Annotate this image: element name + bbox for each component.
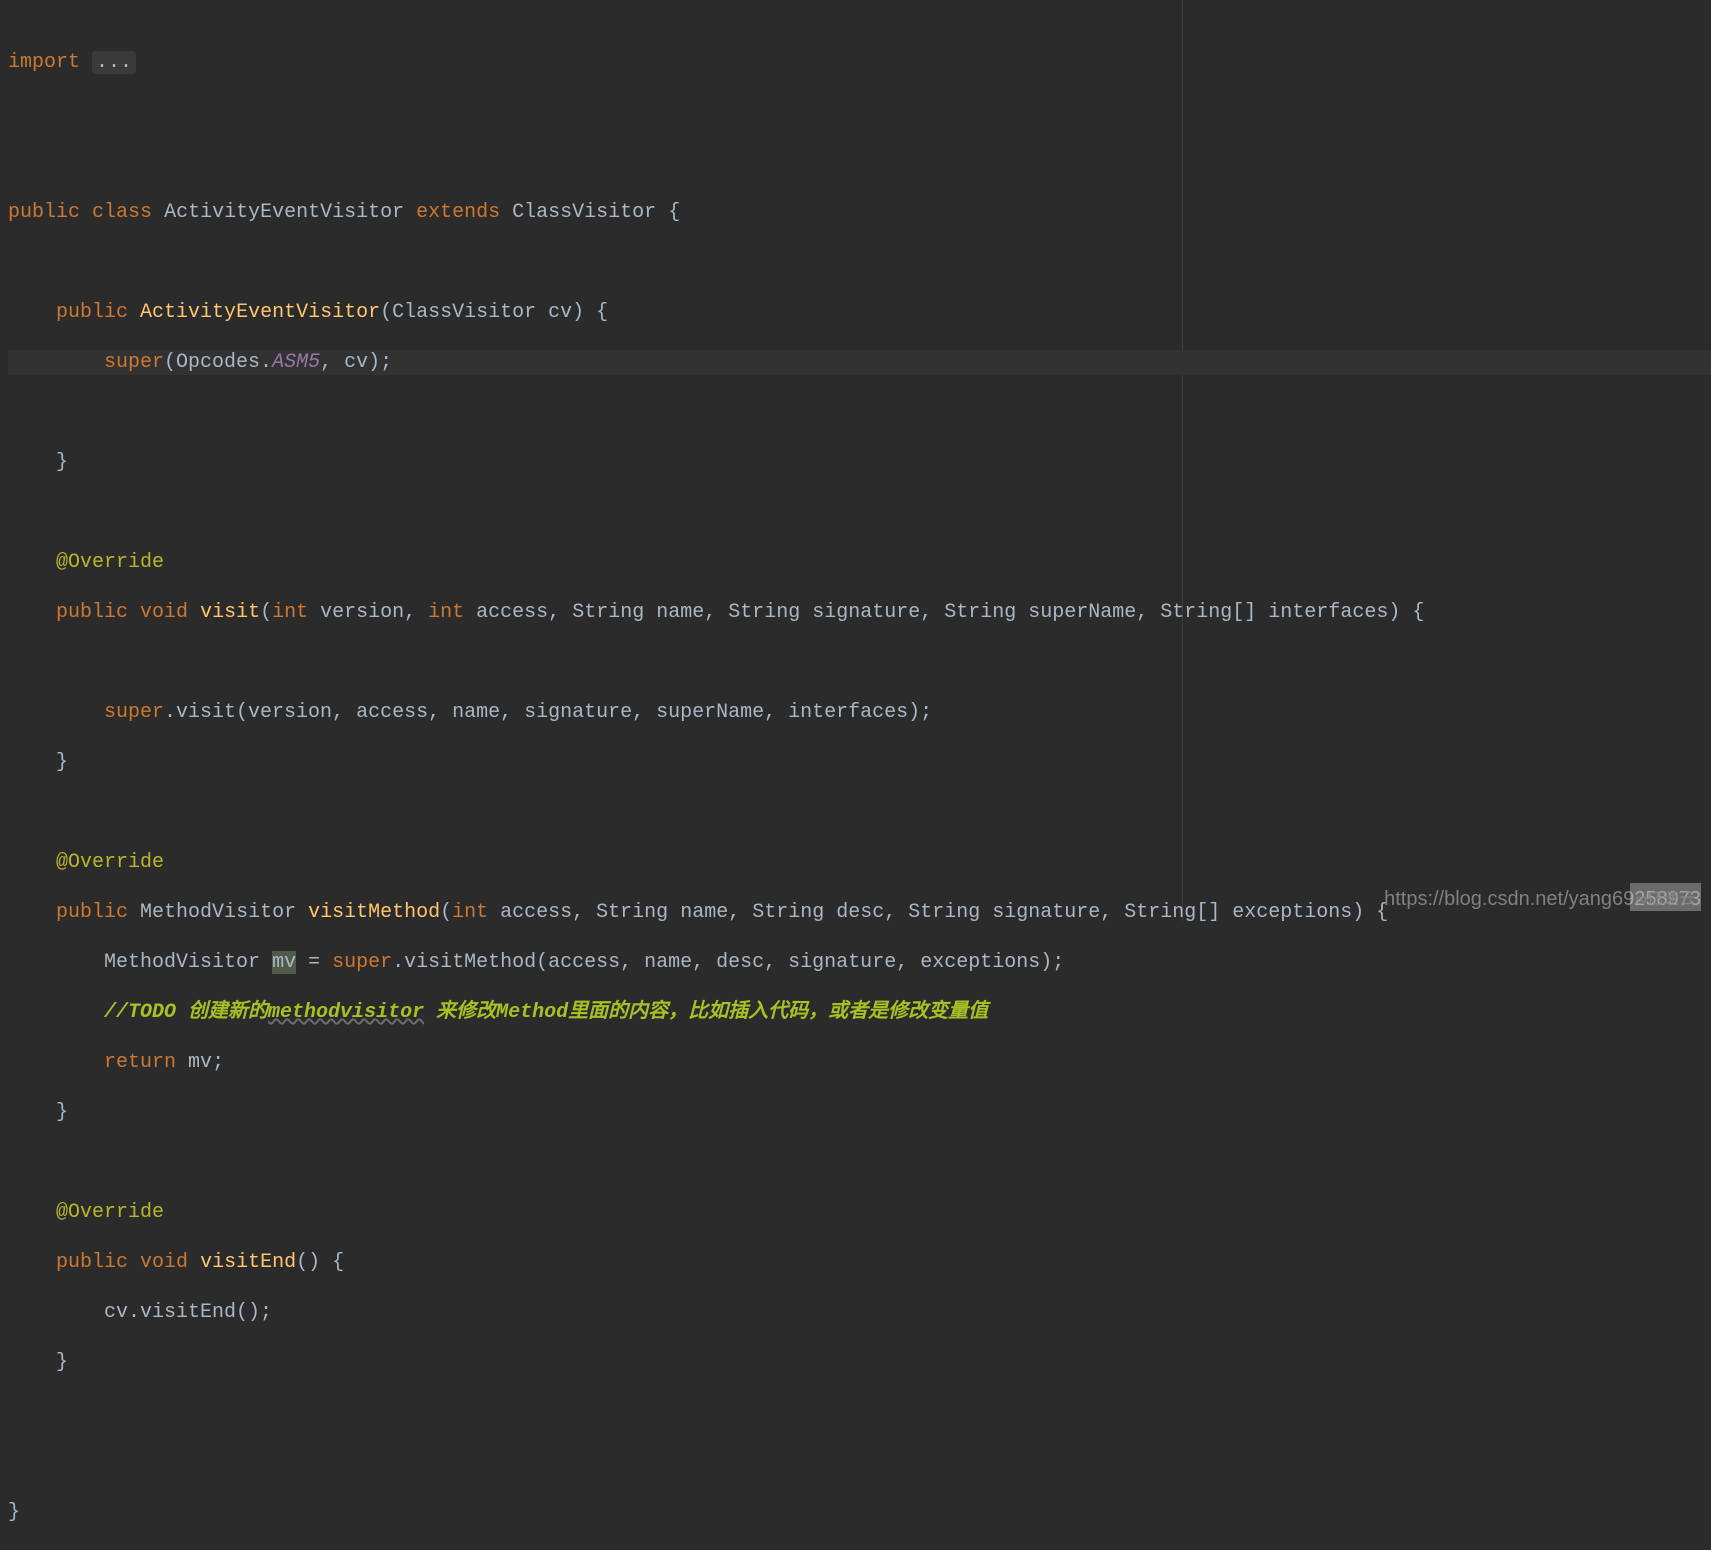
visitend-sig: () { (296, 1251, 344, 1274)
highlighted-line: super(Opcodes.ASM5, cv); (8, 350, 1711, 375)
super-end: , cv); (320, 351, 392, 374)
paren: ( (380, 301, 392, 324)
param-name: cv (548, 301, 572, 324)
paren-close: ) { (572, 301, 608, 324)
visitmethod-call: .visitMethod(access, name, desc, signatu… (392, 951, 1064, 974)
superclass-name: ClassVisitor (512, 201, 656, 224)
mv-variable: mv (272, 951, 296, 974)
close-brace: } (56, 1351, 68, 1374)
super-keyword: super (104, 351, 164, 374)
class-close-brace: } (8, 1501, 20, 1524)
equals: = (296, 951, 332, 974)
import-fold[interactable]: ... (92, 51, 136, 74)
visitend-body: cv.visitEnd(); (104, 1301, 272, 1324)
extends-keyword: extends (416, 201, 500, 224)
close-brace: } (56, 451, 68, 474)
import-keyword: import (8, 51, 80, 74)
class-keyword: class (92, 201, 152, 224)
public-keyword: public (56, 1251, 128, 1274)
close-brace: } (56, 1101, 68, 1124)
visitend-method: visitEnd (200, 1251, 296, 1274)
super-keyword: super (104, 701, 164, 724)
code-editor[interactable]: import ... public class ActivityEventVis… (0, 0, 1711, 1550)
constructor-name: ActivityEventVisitor (140, 301, 380, 324)
visit-call: .visit(version, access, name, signature,… (164, 701, 932, 724)
public-keyword: public (8, 201, 80, 224)
super-keyword: super (332, 951, 392, 974)
override-annotation: @Override (56, 551, 164, 574)
semicolon: ; (212, 1051, 224, 1074)
override-annotation: @Override (56, 851, 164, 874)
local-type: MethodVisitor (104, 951, 260, 974)
public-keyword: public (56, 601, 128, 624)
void-keyword: void (140, 601, 188, 624)
void-keyword: void (140, 1251, 188, 1274)
override-annotation: @Override (56, 1201, 164, 1224)
asm5-constant: ASM5 (272, 351, 320, 374)
close-brace: } (56, 751, 68, 774)
visit-sig: (int version, int access, String name, S… (260, 601, 1424, 624)
return-keyword: return (104, 1051, 176, 1074)
super-args: (Opcodes. (164, 351, 272, 374)
return-var: mv (188, 1051, 212, 1074)
todo-comment: //TODO 创建新的methodvisitor 来修改Method里面的内容，… (104, 1001, 988, 1024)
visit-method: visit (200, 601, 260, 624)
watermark-logo: ∞亿速云 (1630, 883, 1701, 911)
class-name: ActivityEventVisitor (164, 201, 404, 224)
param-type: ClassVisitor (392, 301, 536, 324)
public-keyword: public (56, 301, 128, 324)
brace: { (668, 201, 680, 224)
